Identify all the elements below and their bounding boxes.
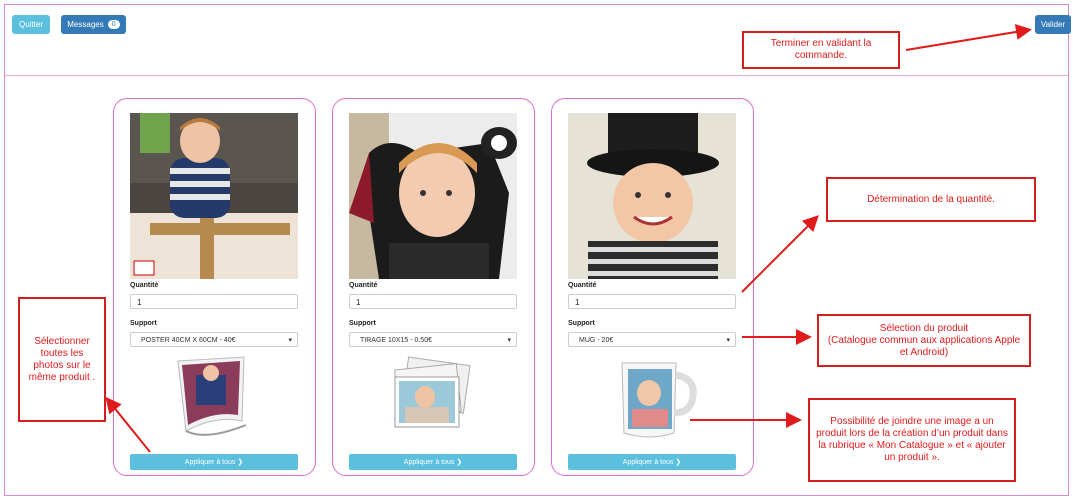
annotation-product: Sélection du produit (Catalogue commun a… [817,314,1031,367]
annotation-select-all-text: Sélectionner toutes les photos sur le mê… [28,335,96,383]
annotation-image: Possibilité de joindre une image a un pr… [808,398,1016,482]
annotation-finish: Terminer en validant la commande. [742,31,900,69]
annotation-image-text: Possibilité de joindre une image a un pr… [816,416,1008,463]
annotation-quantity: Détermination de la quantité. [826,177,1036,222]
annotation-finish-text: Terminer en validant la commande. [770,38,872,61]
annotation-product-text: Sélection du produit (Catalogue commun a… [827,322,1021,358]
annotation-quantity-text: Détermination de la quantité. [867,193,995,205]
annotation-select-all: Sélectionner toutes les photos sur le mê… [18,297,106,422]
